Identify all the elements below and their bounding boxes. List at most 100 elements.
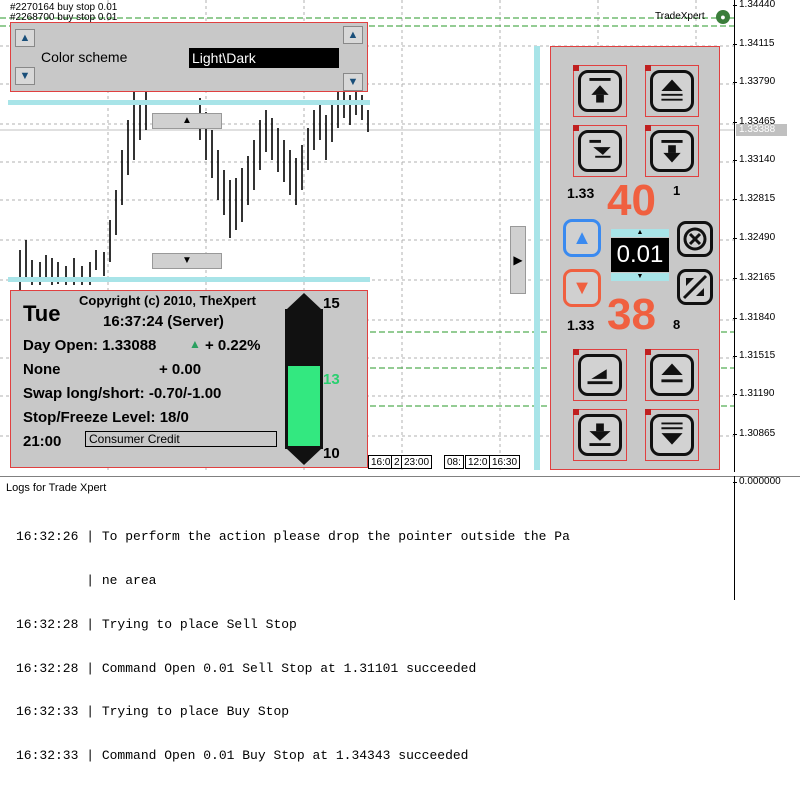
day-label: Tue (23, 301, 61, 326)
day-open-label: Day Open: 1.33088 (23, 337, 157, 354)
color-scheme-label: Color scheme (41, 49, 128, 65)
gauge-down-arrow-icon (287, 449, 321, 465)
arrow-down-icon: ▼ (636, 273, 644, 280)
swap-label: Swap long/short: -0.70/-1.00 (23, 385, 222, 402)
log-lines: 16:32:26 | To perform the action please … (16, 501, 570, 793)
arrow-up-icon: ▲ (347, 29, 359, 41)
scroll-up-button[interactable]: ▲ (15, 29, 35, 47)
sell-down-icon (589, 423, 611, 447)
sell-down-button[interactable] (573, 409, 627, 461)
arrow-right-icon: ▶ (513, 253, 523, 267)
arrow-up-icon: ▲ (182, 115, 192, 126)
copyright-label: Copyright (c) 2010, TheXpert (79, 293, 256, 308)
modify-sl-button[interactable] (573, 349, 627, 401)
panel-toggle-button[interactable]: ▶ (510, 226, 526, 294)
triangle-up-icon: ▲ (189, 337, 201, 351)
price-tick: 1.30865 (732, 428, 776, 439)
price-tick: 1.32165 (732, 272, 776, 283)
time-label: 23:00 (401, 455, 433, 469)
sell-button[interactable]: ▼ (563, 269, 601, 307)
log-axis: 0.000000 (733, 476, 800, 600)
buy-up-button[interactable] (645, 349, 699, 401)
price-tick: 1.34115 (732, 38, 775, 49)
price-tick: 1.31840 (732, 312, 776, 323)
sell-stop-icon (589, 139, 611, 158)
log-line: | ne area (16, 572, 157, 588)
gauge-up-arrow-icon (287, 293, 321, 309)
arrow-down-icon: ▼ (19, 70, 31, 82)
arrow-up-icon: ▲ (19, 32, 31, 44)
reverse-icon (682, 274, 708, 300)
arrow-down-icon: ▼ (182, 255, 192, 266)
scroll-down-button[interactable]: ▼ (15, 67, 35, 85)
gauge-top-label: 15 (323, 295, 340, 312)
drag-down-button[interactable]: ▼ (152, 253, 222, 269)
gauge-fill (288, 366, 320, 446)
drag-up-button[interactable]: ▲ (152, 113, 222, 129)
sell-limit-icon (661, 139, 683, 163)
price-tick: 1.33140 (732, 154, 776, 165)
server-time: 16:37:24 (Server) (103, 313, 224, 330)
ask-big-digits: 40 (607, 176, 656, 225)
brand-icon: ● (716, 10, 730, 24)
price-axis: 1.34440 1.34115 1.33790 1.33465 1.33140 … (732, 0, 800, 472)
bid-big-digits: 38 (607, 290, 656, 339)
bid-prefix: 1.33 (567, 317, 595, 333)
gauge-value-label: 13 (323, 371, 340, 388)
buy-button[interactable]: ▲ (563, 219, 601, 257)
buy-stop-up-button[interactable] (573, 65, 627, 117)
price-chart[interactable]: #2270164 buy stop 0.01 #2268700 buy stop… (0, 0, 734, 470)
triangle-up-icon: ▲ (572, 227, 592, 249)
stop-loss-icon (587, 369, 613, 385)
gauge (283, 293, 325, 465)
close-all-button[interactable] (677, 221, 713, 257)
none-value: + 0.00 (159, 361, 202, 378)
log-line: 16:32:33 | Command Open 0.01 Buy Stop at… (16, 748, 469, 764)
close-circle-icon (683, 227, 707, 251)
log-title: Logs for Trade Xpert (6, 482, 107, 494)
triangle-down-icon: ▼ (572, 277, 592, 299)
buy-limit-icon (661, 79, 683, 101)
sell-limit-down-icon (661, 422, 683, 445)
color-scheme-panel: ▲ ▼ ▲ ▼ Color scheme Light\Dark (10, 22, 368, 92)
price-tick: 1.31190 (732, 388, 775, 399)
price-tick: 1.32490 (732, 232, 776, 243)
price-tick: 1.31515 (732, 350, 776, 361)
log-panel: Logs for Trade Xpert 16:32:26 | To perfo… (0, 476, 800, 763)
log-axis-tick: 0.000000 (733, 476, 781, 487)
lot-up-button[interactable]: ▲ (611, 229, 669, 237)
stop-freeze-label: Stop/Freeze Level: 18/0 (23, 409, 189, 426)
time-label: 12:0 (465, 455, 491, 469)
gauge-bottom-label: 10 (323, 445, 340, 462)
sell-limit-button[interactable] (645, 125, 699, 177)
log-line: 16:32:28 | Command Open 0.01 Sell Stop a… (16, 660, 477, 676)
lot-field[interactable]: 0.01 (611, 238, 669, 272)
log-line: 16:32:26 | To perform the action please … (16, 529, 570, 545)
sell-limit-down-button[interactable] (645, 409, 699, 461)
time-label: 16:30 (489, 455, 521, 469)
arrow-down-icon: ▼ (347, 76, 359, 88)
brand-label: TradeXpert (655, 11, 705, 22)
ask-prefix: 1.33 (567, 185, 595, 201)
scheme-up-button[interactable]: ▲ (343, 26, 363, 44)
buy-up-icon (661, 363, 683, 383)
trade-panel: 1.33 40 1 ▲ ▼ ▲ 0.01 ▼ 1.33 38 8 (550, 46, 720, 470)
sell-stop-up-button[interactable] (573, 125, 627, 177)
ask-suffix: 1 (673, 183, 681, 198)
current-price-label: 1.33388 (736, 124, 787, 136)
buy-limit-button[interactable] (645, 65, 699, 117)
lot-down-button[interactable]: ▼ (611, 273, 669, 281)
news-field: Consumer Credit (85, 431, 277, 447)
buy-stop-icon (589, 78, 611, 103)
log-line: 16:32:28 | Trying to place Sell Stop (16, 616, 297, 632)
info-panel: Tue Copyright (c) 2010, TheXpert 16:37:2… (10, 290, 368, 468)
day-open-change: + 0.22% (205, 337, 261, 354)
reverse-button[interactable] (677, 269, 713, 305)
color-scheme-select[interactable]: Light\Dark (189, 48, 339, 68)
time-label: 08: (444, 455, 464, 469)
clock-label: 21:00 (23, 433, 62, 450)
scheme-down-button[interactable]: ▼ (343, 73, 363, 91)
none-label: None (23, 361, 61, 378)
log-line: 16:32:33 | Trying to place Buy Stop (16, 704, 290, 720)
price-tick: 1.34440 (732, 0, 776, 10)
